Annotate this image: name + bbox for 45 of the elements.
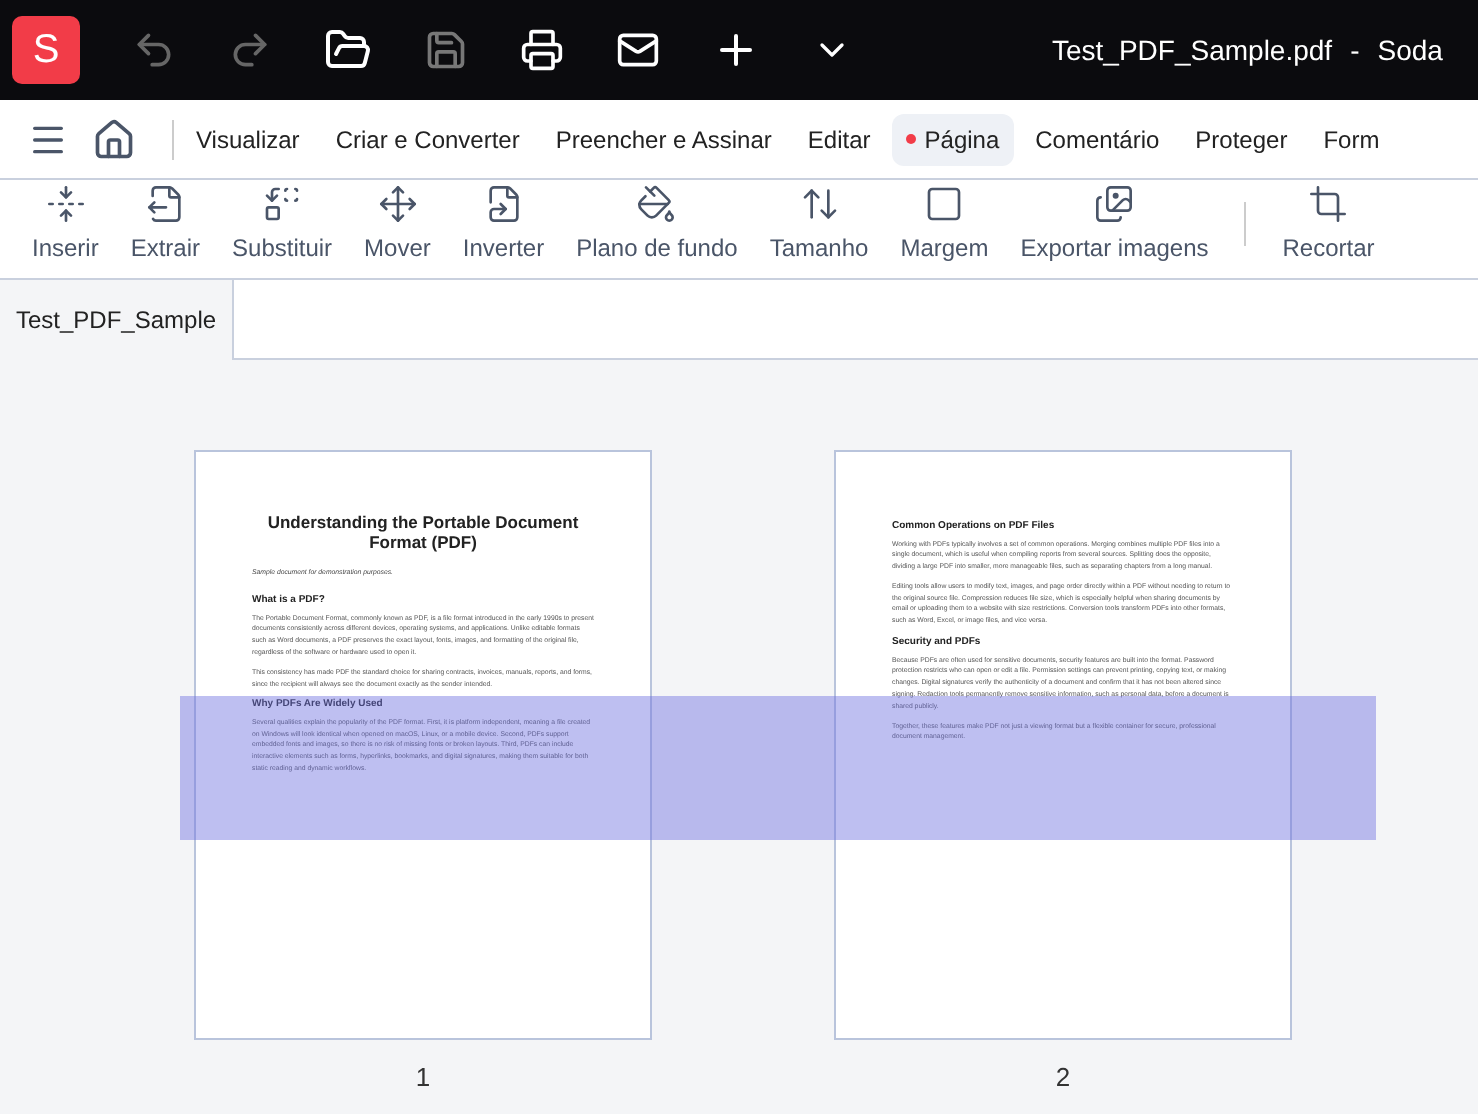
menu-tab[interactable]: Visualizar bbox=[182, 113, 314, 165]
printer-icon[interactable] bbox=[520, 28, 564, 72]
size-icon bbox=[799, 184, 840, 224]
menu-tab[interactable]: Preencher e Assinar bbox=[541, 113, 786, 165]
replace-icon bbox=[262, 184, 303, 224]
page-number: 1 bbox=[415, 1060, 431, 1096]
menu-tab[interactable]: Página bbox=[892, 113, 1014, 165]
toolbar-button[interactable]: Margem bbox=[884, 184, 1005, 266]
toolbar-button[interactable]: Mover bbox=[348, 184, 447, 266]
title-separator: - bbox=[1350, 31, 1360, 69]
move-icon bbox=[377, 184, 418, 224]
home-icon[interactable] bbox=[92, 117, 136, 161]
toolbar-button[interactable]: Exportar imagens bbox=[1004, 184, 1225, 266]
toolbar-button[interactable]: Recortar bbox=[1266, 184, 1391, 266]
page-thumbnail[interactable] bbox=[834, 450, 1292, 1040]
extract-icon bbox=[145, 184, 186, 224]
images-icon bbox=[1094, 184, 1135, 224]
document-tab[interactable]: Test_PDF_Sample bbox=[0, 280, 235, 360]
menu-tab[interactable]: Proteger bbox=[1181, 113, 1302, 165]
toolbar-button[interactable]: Extrair bbox=[114, 184, 217, 266]
file-name: Test_PDF_Sample.pdf bbox=[1052, 31, 1333, 70]
folder-icon[interactable] bbox=[324, 26, 372, 74]
document-arrow-icon bbox=[483, 184, 524, 224]
toolbar-button[interactable]: Inserir bbox=[16, 184, 115, 266]
app-name: Soda bbox=[1377, 31, 1443, 69]
undo-icon[interactable] bbox=[132, 28, 176, 72]
menu-tab[interactable]: Comentário bbox=[1021, 113, 1174, 165]
margin-icon bbox=[924, 184, 965, 224]
menu-tab[interactable]: Editar bbox=[793, 113, 885, 165]
document-title: Understanding the Portable Document Format (PDF) bbox=[265, 512, 581, 552]
crop-icon bbox=[1308, 184, 1349, 224]
menu-tab[interactable]: Form bbox=[1309, 113, 1394, 165]
page-thumbnail[interactable] bbox=[194, 450, 652, 1040]
menu-tab[interactable]: Criar e Converter bbox=[321, 113, 534, 165]
page-number: 2 bbox=[1055, 1060, 1071, 1096]
save-icon[interactable] bbox=[424, 28, 468, 72]
mail-icon[interactable] bbox=[616, 28, 660, 72]
paint-bucket-icon bbox=[636, 184, 677, 224]
redo-icon[interactable] bbox=[228, 28, 272, 72]
toolbar-button[interactable]: Inverter bbox=[446, 184, 561, 266]
app-logo: S bbox=[12, 16, 80, 84]
insert-icon bbox=[45, 184, 86, 224]
toolbar-button[interactable]: Tamanho bbox=[753, 184, 885, 266]
toolbar-button[interactable]: Plano de fundo bbox=[560, 184, 754, 266]
toolbar-button[interactable]: Substituir bbox=[216, 184, 349, 266]
